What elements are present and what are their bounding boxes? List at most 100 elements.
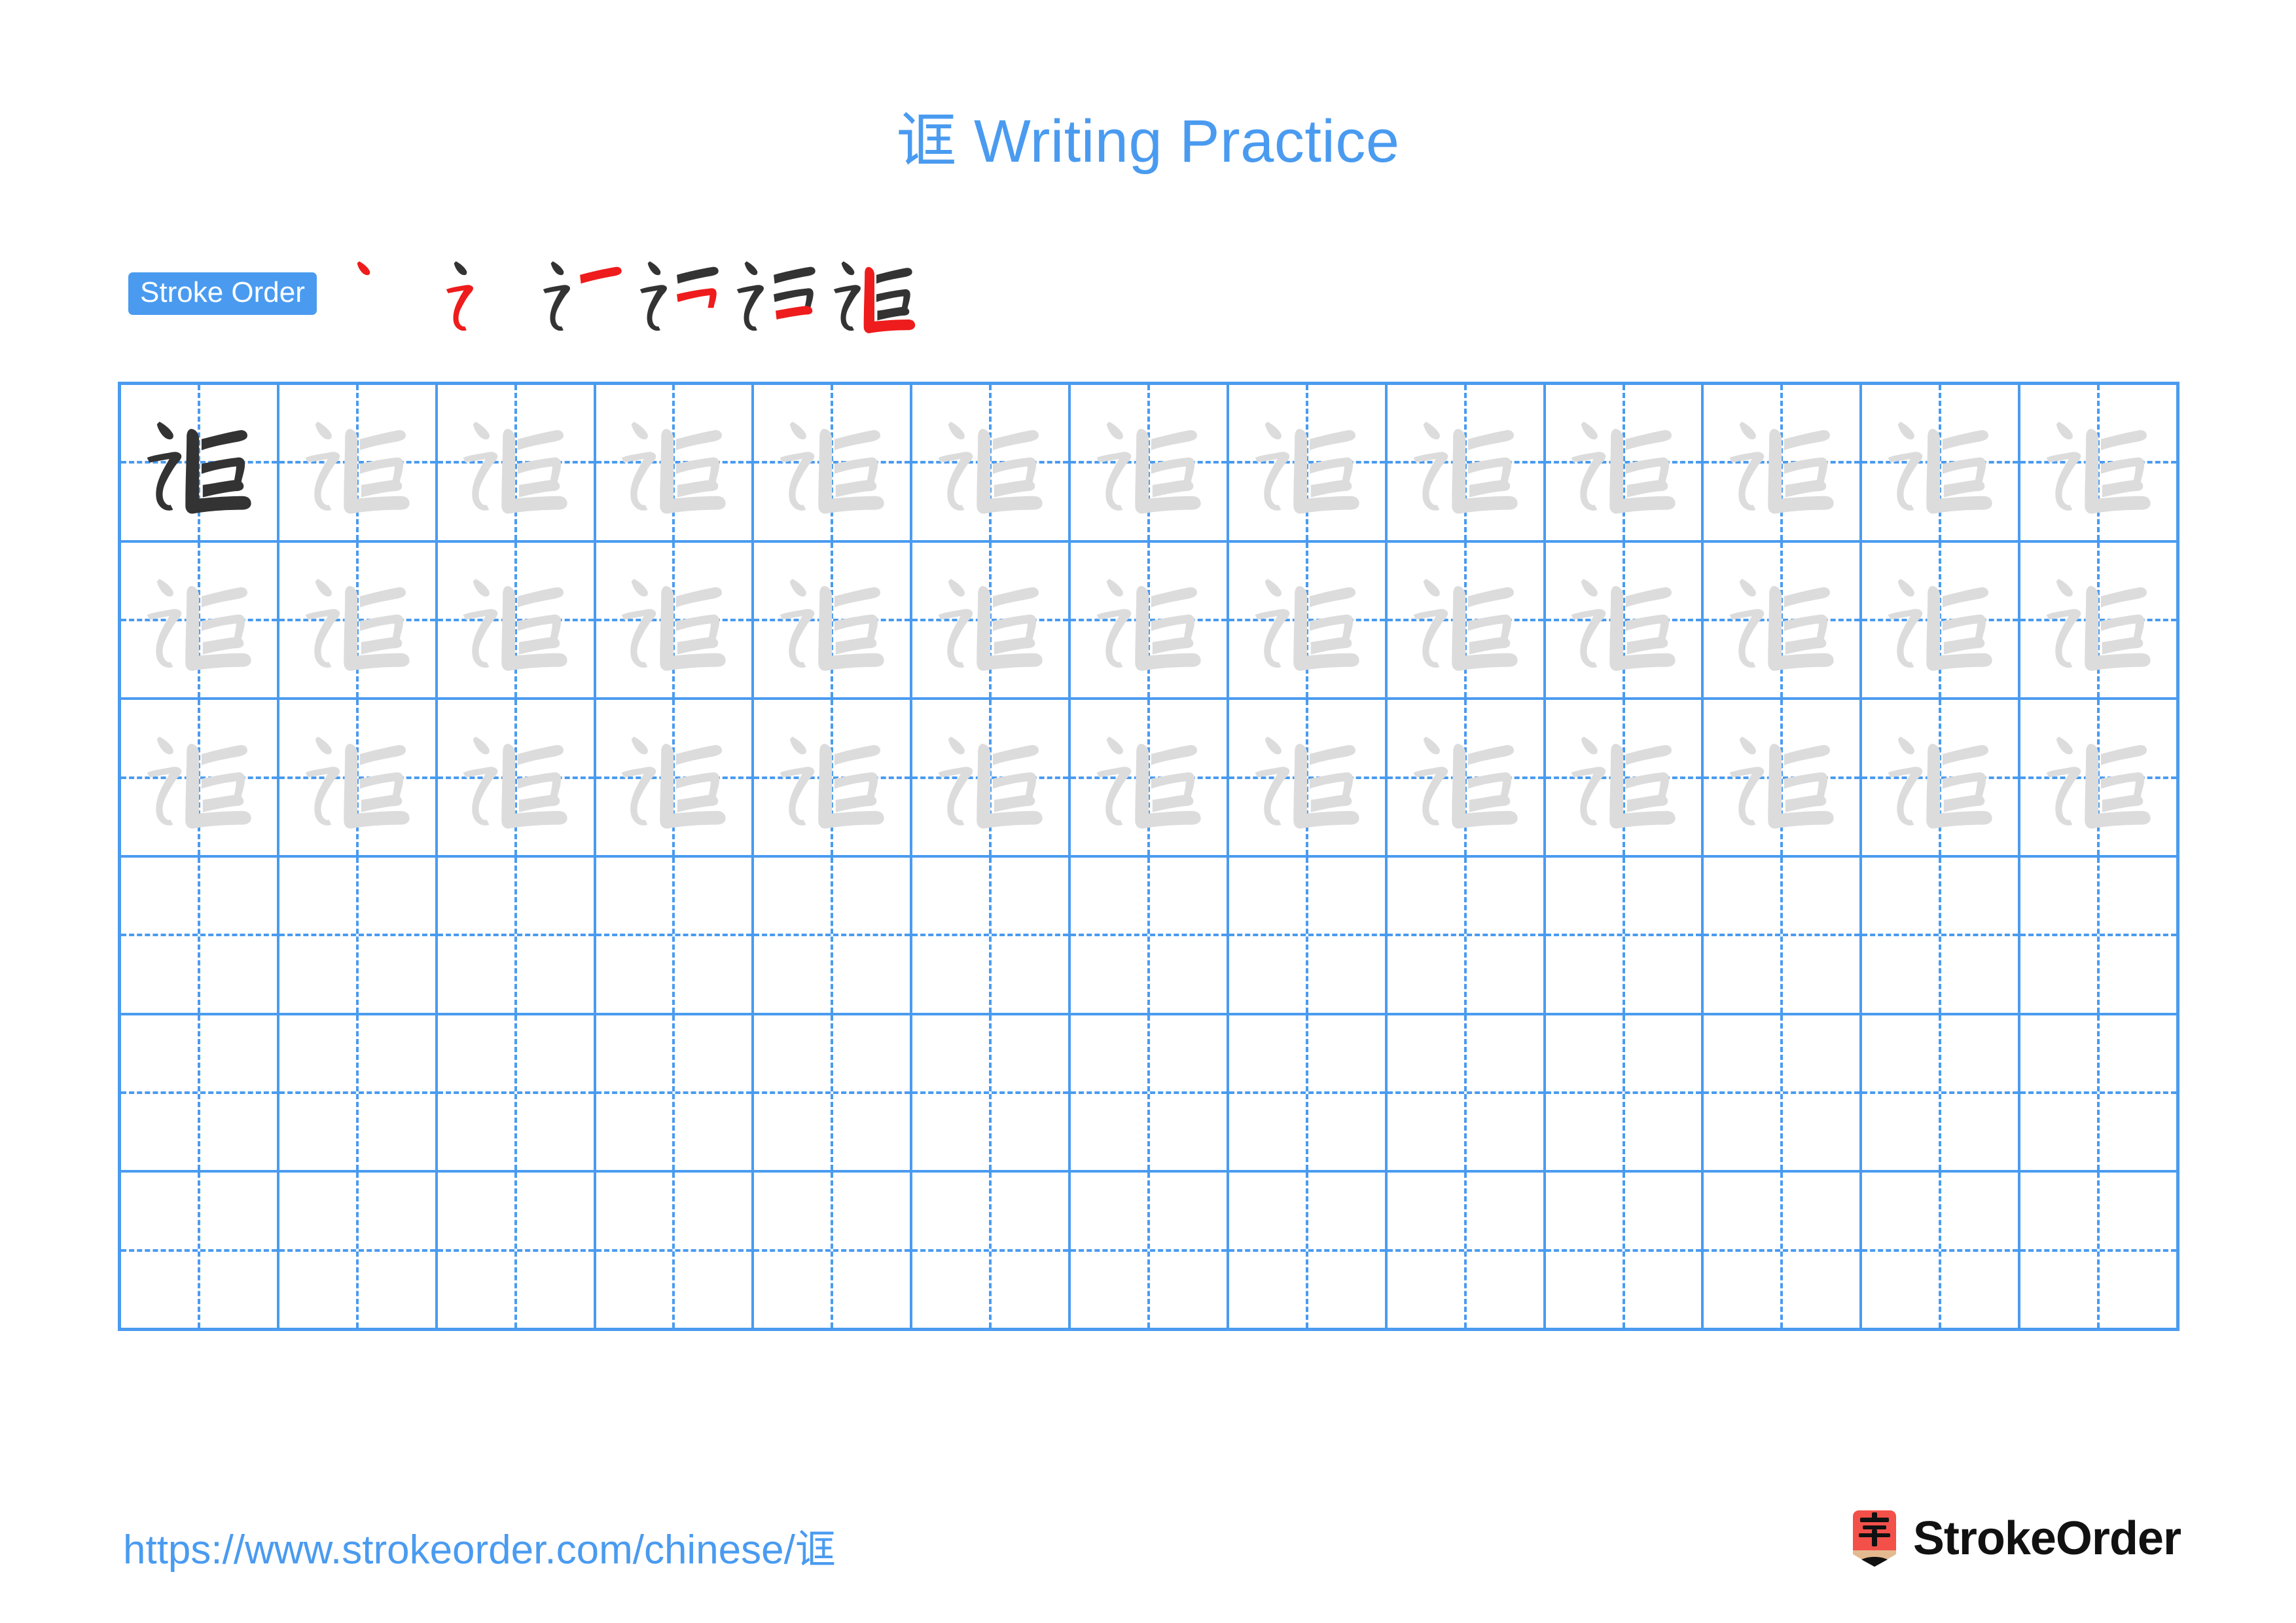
model-character-glyph [121, 385, 277, 540]
practice-grid-row [121, 1173, 2176, 1328]
practice-grid-cell[interactable] [279, 1173, 438, 1328]
tracing-character-glyph [1388, 700, 1543, 855]
practice-grid-cell[interactable] [1862, 700, 2021, 856]
practice-grid-cell[interactable] [596, 858, 755, 1013]
practice-grid-cell[interactable] [596, 542, 755, 698]
stroke-step-1 [342, 245, 439, 342]
practice-grid-cell[interactable] [1388, 700, 1546, 856]
practice-grid-cell[interactable] [279, 385, 438, 540]
practice-grid-cell[interactable] [754, 1173, 913, 1328]
practice-grid-cell[interactable] [279, 700, 438, 856]
tracing-character-glyph [1704, 700, 1859, 855]
practice-grid-cell[interactable] [1071, 1173, 1229, 1328]
practice-grid-cell[interactable] [1388, 858, 1546, 1013]
practice-grid-cell[interactable] [754, 700, 913, 856]
practice-grid-cell[interactable] [438, 700, 596, 856]
tracing-character-glyph [912, 385, 1068, 540]
practice-grid-cell[interactable] [912, 542, 1071, 698]
practice-grid-cell[interactable] [1704, 858, 1863, 1013]
tracing-character-glyph [1546, 543, 1702, 698]
practice-grid-cell[interactable] [1704, 1015, 1863, 1171]
practice-grid-cell[interactable] [1704, 542, 1863, 698]
practice-grid-cell[interactable] [754, 385, 913, 540]
practice-grid-cell[interactable] [1229, 1173, 1388, 1328]
practice-grid-cell[interactable] [1862, 1173, 2021, 1328]
practice-grid-cell[interactable] [1862, 542, 2021, 698]
practice-grid-cell[interactable] [1388, 1015, 1546, 1171]
tracing-character-glyph [596, 700, 752, 855]
practice-grid-cell[interactable] [1229, 700, 1388, 856]
practice-grid-cell[interactable] [912, 700, 1071, 856]
tracing-character-glyph [1862, 700, 2018, 855]
practice-grid-cell[interactable] [912, 858, 1071, 1013]
practice-grid-cell[interactable] [1546, 1173, 1704, 1328]
practice-grid-cell[interactable] [2020, 385, 2176, 540]
practice-grid-cell[interactable] [1071, 858, 1229, 1013]
practice-grid-cell[interactable] [754, 542, 913, 698]
practice-grid-cell[interactable] [121, 1015, 279, 1171]
practice-grid-cell[interactable] [1071, 700, 1229, 856]
practice-grid-cell[interactable] [1071, 385, 1229, 540]
practice-grid-cell[interactable] [1862, 385, 2021, 540]
practice-grid-cell[interactable] [1862, 858, 2021, 1013]
practice-grid-cell[interactable] [912, 385, 1071, 540]
practice-grid-row [121, 1015, 2176, 1173]
practice-grid-cell[interactable] [2020, 1173, 2176, 1328]
tracing-character-glyph [912, 543, 1068, 698]
practice-grid-cell[interactable] [1388, 385, 1546, 540]
practice-grid-cell[interactable] [2020, 700, 2176, 855]
practice-grid-cell[interactable] [596, 1173, 755, 1328]
practice-grid-cell[interactable] [279, 858, 438, 1013]
practice-grid-cell[interactable] [1229, 385, 1388, 540]
practice-grid-cell[interactable] [1546, 542, 1704, 698]
practice-grid-cell[interactable] [596, 385, 755, 540]
practice-grid-cell[interactable] [279, 542, 438, 698]
practice-grid-cell[interactable] [438, 1015, 596, 1171]
practice-grid-cell[interactable] [1546, 858, 1704, 1013]
practice-grid-cell[interactable] [1862, 1015, 2021, 1171]
stroke-order-diagram-list [342, 245, 923, 342]
practice-grid-cell[interactable] [912, 1015, 1071, 1171]
practice-grid-cell[interactable] [1704, 385, 1863, 540]
practice-grid-cell[interactable] [438, 542, 596, 698]
tracing-character-glyph [1388, 385, 1543, 540]
brand-name: StrokeOrder [1912, 1512, 2181, 1565]
practice-grid-cell[interactable] [438, 858, 596, 1013]
tracing-character-glyph [279, 543, 435, 698]
practice-grid-cell[interactable] [121, 700, 279, 856]
practice-grid-cell[interactable] [2020, 1015, 2176, 1171]
practice-grid-cell[interactable] [2020, 543, 2176, 698]
practice-grid-cell[interactable] [1704, 1173, 1863, 1328]
practice-grid-cell[interactable] [121, 858, 279, 1013]
tracing-character-glyph [1071, 700, 1227, 855]
practice-grid-cell[interactable] [1071, 1015, 1229, 1171]
practice-grid-cell[interactable] [438, 1173, 596, 1328]
practice-grid-cell[interactable] [596, 1015, 755, 1171]
practice-grid-cell[interactable] [1388, 542, 1546, 698]
practice-grid-cell[interactable] [1546, 1015, 1704, 1171]
practice-grid-cell[interactable] [1704, 700, 1863, 856]
practice-grid-cell[interactable] [912, 1173, 1071, 1328]
practice-grid-cell[interactable] [1229, 542, 1388, 698]
practice-grid-cell[interactable] [596, 700, 755, 856]
stroke-step-4 [632, 245, 729, 342]
practice-grid-cell[interactable] [1546, 385, 1704, 540]
practice-grid-cell[interactable] [1388, 1173, 1546, 1328]
source-url-link[interactable]: https://www.strokeorder.com/chinese/诓 [123, 1516, 836, 1575]
practice-grid-cell[interactable] [438, 385, 596, 540]
practice-grid-cell[interactable] [121, 385, 279, 540]
practice-grid-cell[interactable] [279, 1015, 438, 1171]
practice-grid-cell[interactable] [2020, 858, 2176, 1013]
practice-grid-cell[interactable] [1229, 858, 1388, 1013]
practice-grid-cell[interactable] [1546, 700, 1704, 856]
tracing-character-glyph [279, 700, 435, 855]
practice-grid-cell[interactable] [121, 1173, 279, 1328]
tracing-character-glyph [1546, 385, 1702, 540]
practice-grid-cell[interactable] [754, 858, 913, 1013]
stroke-step-2-icon [446, 261, 473, 331]
practice-grid-cell[interactable] [754, 1015, 913, 1171]
tracing-character-glyph [1229, 700, 1385, 855]
practice-grid-cell[interactable] [121, 542, 279, 698]
practice-grid-cell[interactable] [1229, 1015, 1388, 1171]
practice-grid-cell[interactable] [1071, 542, 1229, 698]
